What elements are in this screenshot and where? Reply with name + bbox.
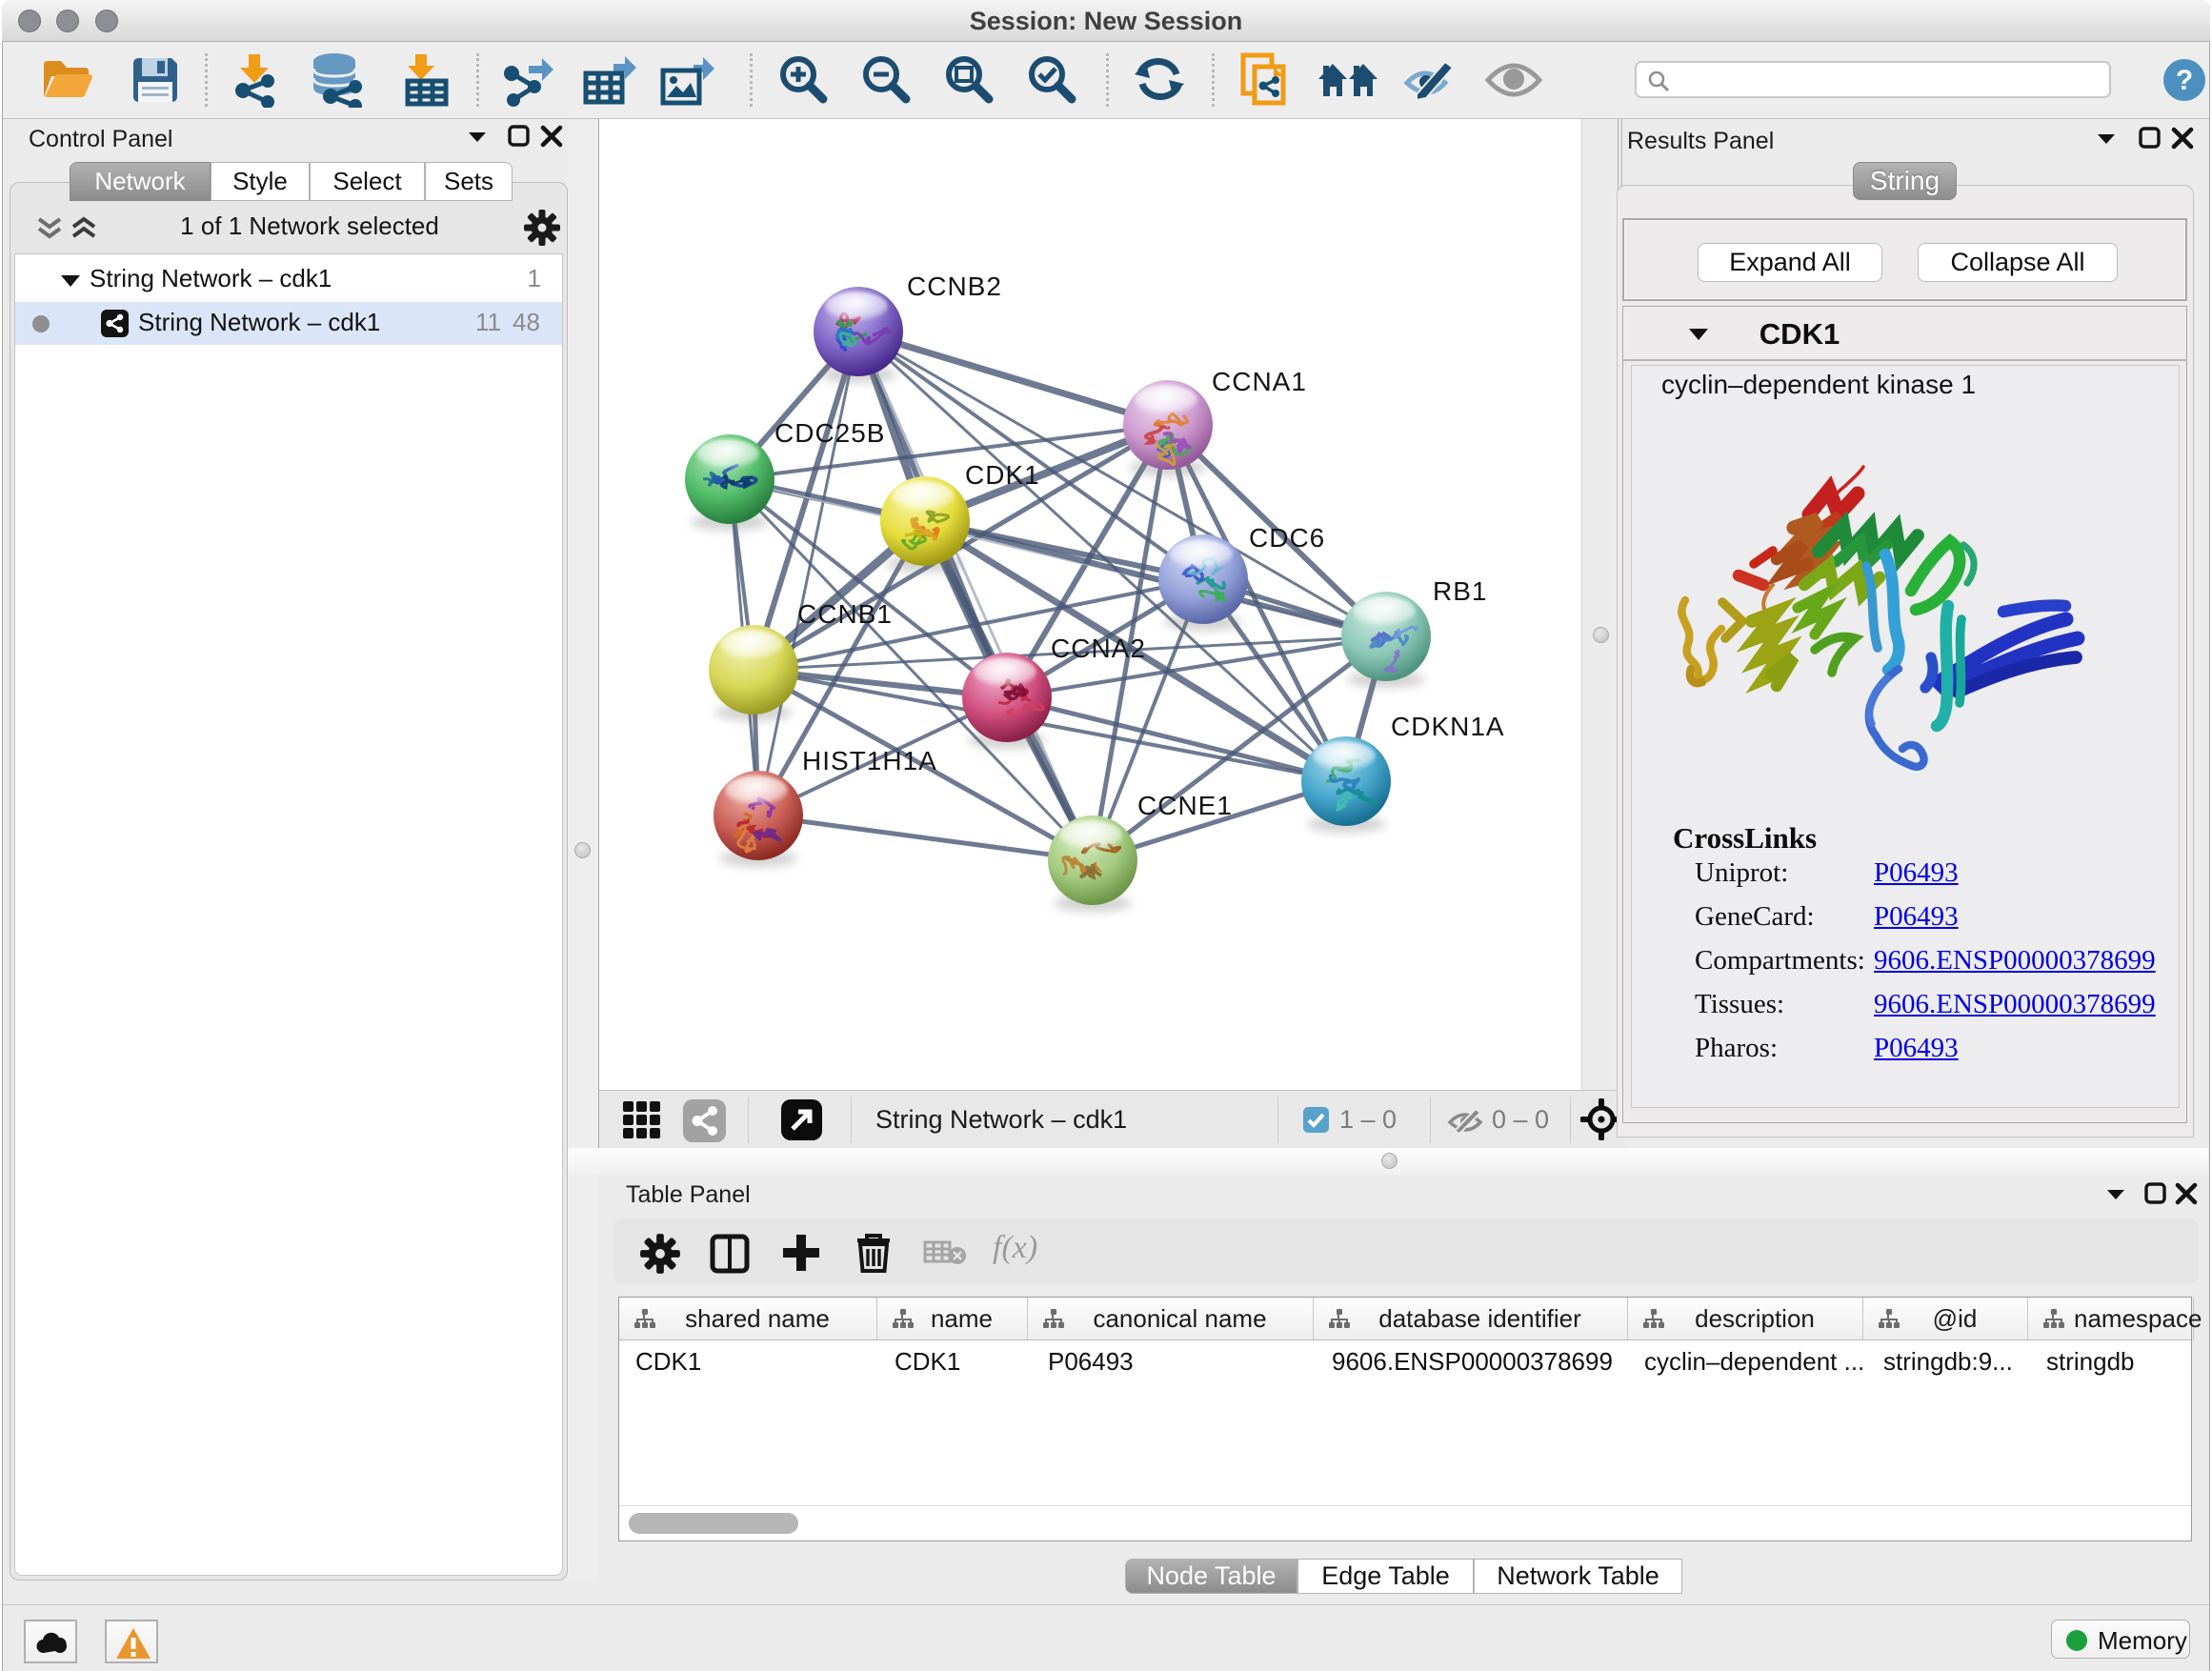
svg-text:CCNE1: CCNE1 xyxy=(1137,791,1233,820)
svg-text:CCNB1: CCNB1 xyxy=(797,599,893,629)
svg-text:CCNB2: CCNB2 xyxy=(907,272,1002,301)
svg-text:CCNA1: CCNA1 xyxy=(1212,367,1307,396)
svg-text:CDKN1A: CDKN1A xyxy=(1391,712,1505,741)
svg-text:CDC25B: CDC25B xyxy=(774,418,885,448)
svg-text:CDK1: CDK1 xyxy=(965,460,1040,490)
svg-text:HIST1H1A: HIST1H1A xyxy=(802,746,937,775)
svg-text:CDC6: CDC6 xyxy=(1249,523,1325,553)
svg-text:RB1: RB1 xyxy=(1433,576,1487,606)
svg-text:CCNA2: CCNA2 xyxy=(1051,634,1146,663)
svg-text:?: ? xyxy=(2176,65,2193,96)
